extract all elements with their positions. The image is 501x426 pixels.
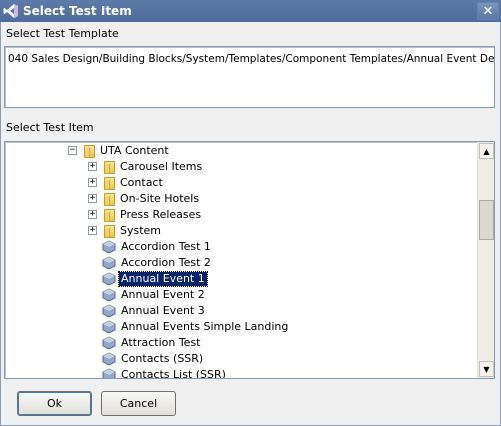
expand-icon[interactable]: + xyxy=(88,210,97,219)
tree-item-contact[interactable]: Contact xyxy=(104,175,165,191)
expand-icon[interactable]: + xyxy=(88,194,97,203)
tree-item-carousel-items[interactable]: Carousel Items xyxy=(104,159,204,175)
arrow-down-icon: ▼ xyxy=(483,364,490,374)
tree-item-label: Contact xyxy=(120,176,163,189)
tree-item-press-releases[interactable]: Press Releases xyxy=(104,207,203,223)
tree-item-label: System xyxy=(120,224,162,237)
scroll-down-button[interactable]: ▼ xyxy=(479,361,494,377)
tree-item-label: UTA Content xyxy=(100,144,169,157)
expand-icon[interactable]: + xyxy=(88,178,97,187)
component-icon xyxy=(102,288,116,302)
tree-item-attraction-test[interactable]: Attraction Test xyxy=(102,335,203,351)
tree-item-system[interactable]: System xyxy=(104,223,163,239)
component-icon xyxy=(102,336,116,350)
component-icon xyxy=(102,272,116,286)
tree-item-label: Carousel Items xyxy=(120,160,203,173)
expand-icon[interactable]: + xyxy=(88,162,97,171)
test-item-tree[interactable]: − UTA Content + Carousel Items + Contact… xyxy=(4,141,495,379)
collapse-icon[interactable]: − xyxy=(68,146,77,155)
folder-icon xyxy=(104,192,115,206)
folder-icon xyxy=(84,144,95,158)
tree-item-label: Annual Event 1 xyxy=(118,271,208,287)
folder-icon xyxy=(104,208,115,222)
tree-item-uta-content[interactable]: UTA Content xyxy=(84,143,171,159)
tree-item-annual-event-3[interactable]: Annual Event 3 xyxy=(102,303,207,319)
tree-item-label: Contacts (SSR) xyxy=(121,352,204,365)
template-value: 040 Sales Design/Building Blocks/System/… xyxy=(8,53,494,65)
expand-icon[interactable]: + xyxy=(88,226,97,235)
window-title: Select Test Item xyxy=(23,4,132,18)
cancel-button[interactable]: Cancel xyxy=(101,391,176,416)
tree-item-label: Attraction Test xyxy=(121,336,201,349)
tree-item-label: Accordion Test 1 xyxy=(121,240,211,253)
arrow-up-icon: ▲ xyxy=(483,146,490,156)
tree-item-accordion-test-2[interactable]: Accordion Test 2 xyxy=(102,255,213,271)
tree-item-on-site-hotels[interactable]: On-Site Hotels xyxy=(104,191,201,207)
tree-item-annual-event-2[interactable]: Annual Event 2 xyxy=(102,287,207,303)
tree-item-label: Annual Events Simple Landing xyxy=(121,320,289,333)
component-icon xyxy=(102,304,116,318)
tree-item-label: Press Releases xyxy=(120,208,202,221)
tree-item-label: Contacts List (SSR) xyxy=(121,368,226,379)
component-icon xyxy=(102,368,116,378)
close-icon: ✕ xyxy=(482,3,494,19)
title-bar[interactable]: Select Test Item ✕ xyxy=(0,0,501,22)
folder-icon xyxy=(104,176,115,190)
scroll-thumb[interactable] xyxy=(479,200,494,240)
component-icon xyxy=(102,240,116,254)
component-icon xyxy=(102,256,116,270)
folder-icon xyxy=(104,224,115,238)
tree-item-label: Accordion Test 2 xyxy=(121,256,211,269)
folder-icon xyxy=(104,160,115,174)
test-item-label: Select Test Item xyxy=(6,121,94,134)
tree-item-label: Annual Event 2 xyxy=(121,288,205,301)
template-label: Select Test Template xyxy=(6,27,119,40)
tree-item-contacts-ssr[interactable]: Contacts (SSR) xyxy=(102,351,205,367)
component-icon xyxy=(102,320,116,334)
tree-item-label: Annual Event 3 xyxy=(121,304,205,317)
template-field[interactable]: 040 Sales Design/Building Blocks/System/… xyxy=(4,46,495,108)
visual-studio-icon xyxy=(3,3,19,19)
scroll-up-button[interactable]: ▲ xyxy=(479,143,494,159)
vertical-scrollbar[interactable]: ▲ ▼ xyxy=(477,142,494,378)
component-icon xyxy=(102,352,116,366)
tree-item-label: On-Site Hotels xyxy=(120,192,200,205)
tree-item-annual-event-1[interactable]: Annual Event 1 xyxy=(102,271,208,287)
tree-item-annual-events-simple-landing[interactable]: Annual Events Simple Landing xyxy=(102,319,290,335)
tree-item-accordion-test-1[interactable]: Accordion Test 1 xyxy=(102,239,213,255)
close-button[interactable]: ✕ xyxy=(477,2,499,20)
tree-item-contacts-list-ssr[interactable]: Contacts List (SSR) xyxy=(102,367,228,379)
ok-button[interactable]: Ok xyxy=(17,391,92,416)
